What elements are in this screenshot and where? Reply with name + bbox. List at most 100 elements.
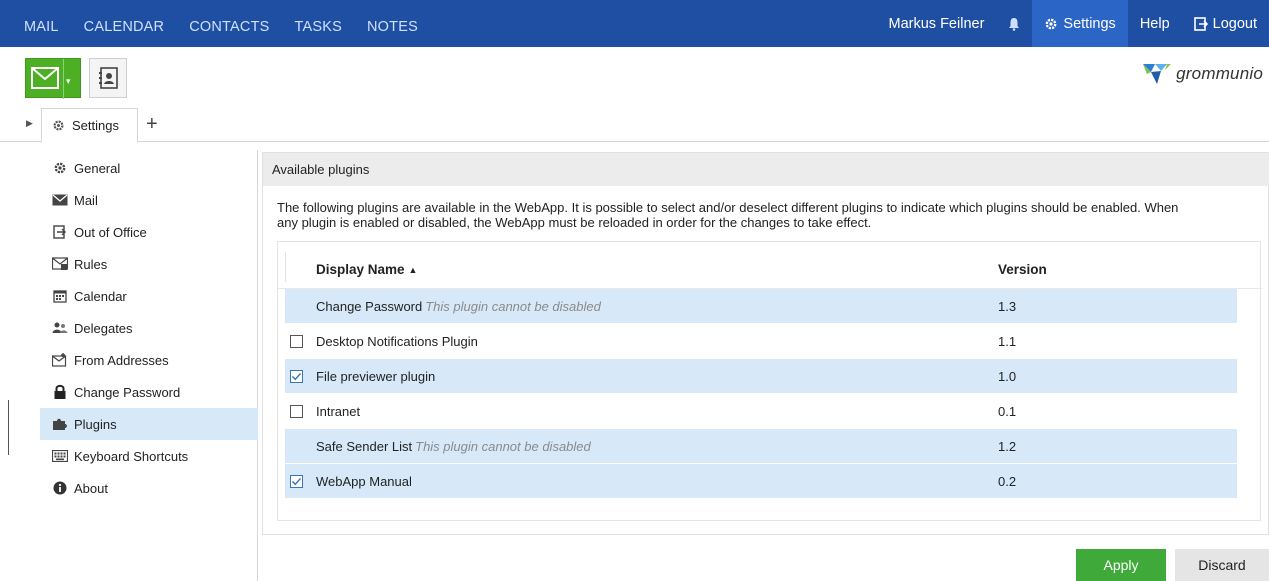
chevron-down-icon[interactable]: ▾: [66, 76, 71, 87]
help-button[interactable]: Help: [1128, 0, 1182, 47]
plugin-name: File previewer plugin: [316, 369, 436, 384]
logo-text: grommunio: [1176, 64, 1263, 83]
plugin-name: Intranet: [316, 404, 361, 419]
nav-mail[interactable]: MAIL: [24, 19, 59, 35]
nav-calendar[interactable]: CALENDAR: [84, 19, 165, 35]
sidebar-item-label: Out of Office: [74, 224, 147, 240]
sidebar-item-calendar[interactable]: Calendar: [40, 280, 258, 312]
logout-label: Logout: [1212, 15, 1257, 32]
logout-button[interactable]: Logout: [1182, 0, 1269, 47]
plugin-version: 0.2: [998, 474, 1017, 489]
expand-tabs-arrow-icon[interactable]: ▶: [26, 118, 33, 129]
envelope-icon: [52, 192, 68, 208]
split-divider: [63, 59, 64, 99]
gear-icon: [1046, 18, 1057, 29]
sidebar-item-label: About: [74, 480, 108, 496]
brand-logo: grommunio: [1141, 62, 1263, 86]
sidebar-item-label: From Addresses: [74, 352, 169, 368]
exit-icon: [52, 224, 68, 240]
sidebar-item-label: Rules: [74, 256, 108, 272]
apply-button[interactable]: Apply: [1076, 549, 1166, 581]
sidebar-item-out-of-office[interactable]: Out of Office: [40, 216, 258, 248]
plugin-checkbox[interactable]: [290, 475, 303, 488]
table-row[interactable]: Safe Sender List This plugin cannot be di…: [285, 429, 1237, 463]
table-row[interactable]: Intranet 0.1: [285, 394, 1237, 428]
table-row[interactable]: File previewer plugin 1.0: [285, 359, 1237, 393]
nav-tasks[interactable]: TASKS: [295, 19, 342, 35]
column-header-display-name[interactable]: Display Name ▲: [316, 262, 417, 277]
settings-sidebar: General Mail Out of Office Rules Calenda…: [40, 150, 258, 581]
window-edge: [8, 400, 9, 455]
sidebar-item-label: Calendar: [74, 288, 127, 304]
column-header-label: Display Name: [316, 262, 405, 277]
plugin-note: This plugin cannot be disabled: [425, 299, 601, 314]
sidebar-item-label: General: [74, 160, 121, 176]
tab-settings-label: Settings: [72, 118, 119, 133]
logout-icon: [1193, 16, 1208, 31]
envelope-icon: [31, 67, 59, 89]
table-header: Display Name ▲ Version: [278, 242, 1262, 289]
plugin-checkbox[interactable]: [290, 335, 303, 348]
sidebar-item-from-addresses[interactable]: From Addresses: [40, 344, 258, 376]
plugin-checkbox[interactable]: [290, 405, 303, 418]
panel-description: The following plugins are available in t…: [277, 200, 1267, 230]
sidebar-item-label: Delegates: [74, 320, 133, 336]
settings-nav-button[interactable]: Settings: [1032, 0, 1128, 47]
sort-ascending-icon: ▲: [408, 265, 418, 275]
calendar-icon: [52, 288, 68, 304]
from-address-icon: [52, 352, 68, 368]
plugin-name: Safe Sender List: [316, 439, 413, 454]
people-icon: [52, 320, 68, 336]
sidebar-item-mail[interactable]: Mail: [40, 184, 258, 216]
description-line: The following plugins are available in t…: [277, 200, 1179, 215]
keyboard-icon: [52, 448, 68, 464]
plugin-version: 0.1: [998, 404, 1017, 419]
plugins-table: Display Name ▲ Version Change Password Thi…: [277, 241, 1262, 521]
sidebar-item-general[interactable]: General: [40, 152, 258, 184]
sidebar-item-change-password[interactable]: Change Password: [40, 376, 258, 408]
table-row[interactable]: WebApp Manual 0.2: [285, 464, 1237, 498]
plugin-version: 1.0: [998, 369, 1017, 384]
column-divider: [285, 252, 286, 282]
plugin-checkbox[interactable]: [290, 370, 303, 383]
sidebar-item-about[interactable]: About: [40, 472, 258, 504]
column-header-version[interactable]: Version: [998, 262, 1047, 277]
description-line: any plugin is enabled or disabled, the W…: [277, 215, 872, 230]
sidebar-item-plugins[interactable]: Plugins: [40, 408, 258, 440]
sidebar-item-delegates[interactable]: Delegates: [40, 312, 258, 344]
notifications-button[interactable]: [996, 0, 1032, 47]
discard-button[interactable]: Discard: [1175, 549, 1269, 581]
user-menu: Markus Feilner Settings Help Logout: [877, 0, 1269, 47]
table-row[interactable]: Change Password This plugin cannot be dis…: [285, 289, 1237, 323]
user-name[interactable]: Markus Feilner: [877, 0, 997, 47]
toolbar: [0, 47, 1269, 105]
new-mail-button[interactable]: ▾: [25, 58, 81, 99]
sidebar-item-label: Change Password: [74, 384, 181, 400]
address-book-button[interactable]: [89, 58, 127, 98]
table-row[interactable]: Desktop Notifications Plugin 1.1: [285, 324, 1237, 358]
settings-nav-label: Settings: [1063, 15, 1116, 32]
plugins-panel: Available plugins The following plugins …: [262, 152, 1269, 535]
add-tab-button[interactable]: +: [146, 114, 158, 134]
tab-settings[interactable]: Settings: [41, 108, 138, 143]
plugin-name: Desktop Notifications Plugin: [316, 334, 478, 349]
plugin-version: 1.1: [998, 334, 1017, 349]
checkmark-icon: [292, 373, 302, 381]
sidebar-item-keyboard-shortcuts[interactable]: Keyboard Shortcuts: [40, 440, 258, 472]
sidebar-item-rules[interactable]: Rules: [40, 248, 258, 280]
gear-icon: [52, 160, 68, 176]
sidebar-item-label: Keyboard Shortcuts: [74, 448, 189, 464]
gear-icon: [53, 120, 64, 131]
sidebar-item-label: Mail: [74, 192, 98, 208]
info-icon: [52, 480, 68, 496]
nav-notes[interactable]: NOTES: [367, 19, 418, 35]
plugin-version: 1.3: [998, 299, 1017, 314]
puzzle-icon: [52, 416, 68, 432]
bell-icon: [1009, 17, 1020, 31]
sidebar-item-label: Plugins: [74, 416, 117, 432]
nav-contacts[interactable]: CONTACTS: [189, 19, 269, 35]
plugin-name: WebApp Manual: [316, 474, 412, 489]
plugin-note: This plugin cannot be disabled: [415, 439, 591, 454]
plugin-name: Change Password: [316, 299, 423, 314]
address-book-icon: [99, 67, 118, 89]
